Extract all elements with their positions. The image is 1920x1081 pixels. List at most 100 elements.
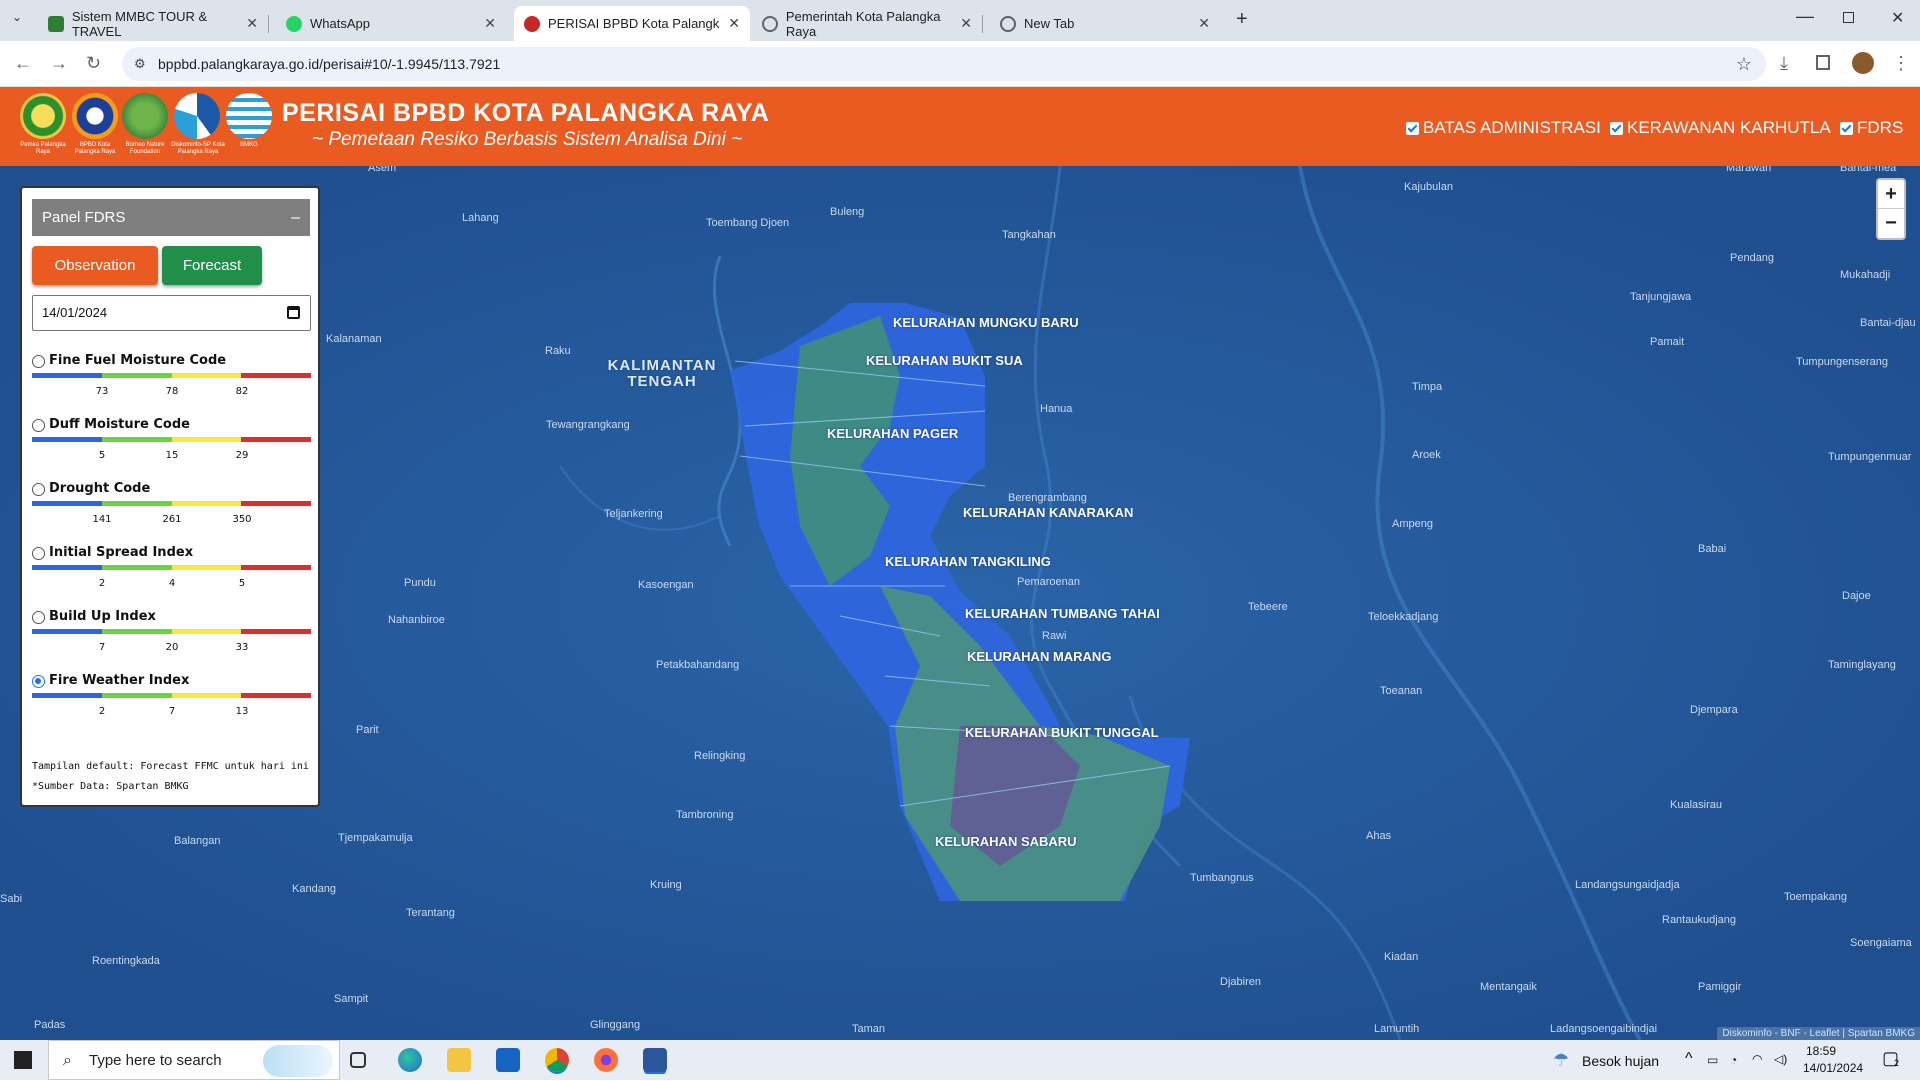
menu-kebab-icon[interactable]: ⋮ bbox=[1892, 53, 1910, 74]
back-icon[interactable]: ← bbox=[14, 53, 32, 74]
place-label: Tjempakamulja bbox=[338, 832, 413, 844]
word-icon[interactable] bbox=[643, 1048, 667, 1072]
place-label: Toempakang bbox=[1784, 891, 1847, 903]
place-label: Sampit bbox=[334, 993, 369, 1005]
observation-button[interactable]: Observation bbox=[32, 246, 158, 285]
firefox-icon[interactable] bbox=[594, 1048, 618, 1072]
tab-mmbc[interactable]: Sistem MMBC TOUR & TRAVEL ✕ bbox=[38, 6, 269, 41]
chrome-icon[interactable] bbox=[545, 1048, 569, 1072]
clock-time[interactable]: 18:59 bbox=[1806, 1044, 1836, 1058]
close-window-icon[interactable]: ✕ bbox=[1891, 8, 1904, 28]
zoom-out-button[interactable]: − bbox=[1878, 209, 1904, 238]
layer-karhutla-toggle[interactable]: KERAWANAN KARHUTLA bbox=[1610, 118, 1831, 138]
radio-button[interactable] bbox=[32, 483, 45, 496]
place-label: Tambroning bbox=[676, 809, 734, 821]
browser-tab-strip: ⌄ Sistem MMBC TOUR & TRAVEL ✕ WhatsApp ✕… bbox=[0, 0, 1920, 41]
data-source-note: *Sumber Data: Spartan BMKG bbox=[32, 781, 189, 792]
kelurahan-label[interactable]: KELURAHAN SABARU bbox=[935, 834, 1077, 849]
taskbar-search-input[interactable]: ⌕ Type here to search bbox=[48, 1040, 340, 1080]
close-icon[interactable]: ✕ bbox=[484, 15, 496, 32]
radio-button[interactable] bbox=[32, 419, 45, 432]
download-icon[interactable]: ⤓ bbox=[1780, 53, 1788, 74]
kelurahan-label[interactable]: KELURAHAN MARANG bbox=[967, 649, 1111, 664]
kelurahan-label[interactable]: KELURAHAN TANGKILING bbox=[885, 554, 1051, 569]
radio-button[interactable] bbox=[32, 355, 45, 368]
tab-newtab[interactable]: New Tab ✕ bbox=[990, 6, 1220, 41]
mail-icon[interactable] bbox=[496, 1048, 520, 1072]
place-label: Lamuntih bbox=[1374, 1023, 1420, 1035]
reload-icon[interactable]: ↻ bbox=[86, 53, 101, 74]
chevron-up-icon[interactable]: ^ bbox=[1685, 1050, 1693, 1068]
place-label: Terantang bbox=[406, 907, 455, 919]
kelurahan-label[interactable]: KELURAHAN KANARAKAN bbox=[963, 505, 1133, 520]
place-label: Marawan bbox=[1726, 166, 1772, 174]
diskominfo-logo bbox=[174, 93, 220, 139]
tab-pemkot[interactable]: Pemerintah Kota Palangka Raya ✕ bbox=[752, 6, 983, 41]
place-label: Hanua bbox=[1040, 403, 1073, 415]
place-label: Tumbangnus bbox=[1190, 872, 1254, 884]
place-label: Timpa bbox=[1412, 381, 1443, 393]
kelurahan-label[interactable]: KELURAHAN BUKIT TUNGGAL bbox=[965, 725, 1159, 740]
close-icon[interactable]: ✕ bbox=[246, 15, 258, 32]
tab-perisai[interactable]: PERISAI BPBD Kota Palangka Ra ✕ bbox=[514, 6, 750, 41]
weather-icon[interactable]: ☂ bbox=[1553, 1050, 1569, 1071]
forward-icon[interactable]: → bbox=[50, 53, 68, 74]
file-explorer-icon[interactable] bbox=[447, 1048, 471, 1072]
volume-icon[interactable]: ◁) bbox=[1774, 1052, 1787, 1066]
notification-count: 2 bbox=[1894, 1058, 1900, 1068]
minimize-button[interactable]: – bbox=[291, 199, 300, 236]
date-input[interactable]: 14/01/2024 bbox=[32, 295, 311, 331]
site-info-icon[interactable]: ⚙ bbox=[134, 47, 146, 81]
color-scale bbox=[32, 693, 311, 698]
logo-caption: Pemko Palangka Raya bbox=[20, 142, 66, 155]
kelurahan-label[interactable]: KELURAHAN MUNGKU BARU bbox=[893, 315, 1079, 330]
tab-whatsapp[interactable]: WhatsApp ✕ bbox=[276, 6, 506, 41]
map-attribution[interactable]: Diskominfo - BNF - Leaflet | Spartan BMK… bbox=[1717, 1027, 1920, 1040]
calendar-icon[interactable] bbox=[287, 306, 300, 319]
side-panel-icon[interactable] bbox=[1816, 55, 1830, 70]
task-view-icon[interactable] bbox=[350, 1052, 366, 1068]
kelurahan-label[interactable]: KELURAHAN PAGER bbox=[827, 426, 958, 441]
radio-button[interactable] bbox=[32, 675, 45, 688]
bookmark-star-icon[interactable]: ☆ bbox=[1736, 47, 1752, 81]
close-icon[interactable]: ✕ bbox=[960, 15, 972, 32]
windows-start-icon[interactable] bbox=[14, 1051, 32, 1069]
forecast-button[interactable]: Forecast bbox=[162, 246, 262, 285]
pemko-logo bbox=[20, 93, 66, 139]
wifi-icon[interactable]: ◠ bbox=[1752, 1052, 1762, 1066]
kelurahan-label[interactable]: KELURAHAN BUKIT SUA bbox=[866, 353, 1023, 368]
logo-caption: Borneo Nature Foundation bbox=[125, 142, 165, 155]
clock-date[interactable]: 14/01/2024 bbox=[1803, 1061, 1863, 1075]
network-icon[interactable]: ◔ bbox=[1730, 1053, 1737, 1067]
kelurahan-label[interactable]: KELURAHAN TUMBANG TAHAI bbox=[965, 606, 1160, 621]
place-label: Mentangaik bbox=[1480, 981, 1537, 993]
layer-fdrs-toggle[interactable]: FDRS bbox=[1840, 118, 1903, 138]
checkbox[interactable] bbox=[1406, 121, 1419, 135]
restore-window-icon[interactable] bbox=[1843, 12, 1854, 23]
tab-search-icon[interactable]: ⌄ bbox=[12, 10, 22, 24]
place-label: Pamait bbox=[1650, 336, 1685, 348]
close-icon[interactable]: ✕ bbox=[728, 15, 740, 32]
place-label: Buleng bbox=[830, 206, 865, 218]
layer-batas-toggle[interactable]: BATAS ADMINISTRASI bbox=[1406, 118, 1601, 138]
place-label: Rawi bbox=[1042, 630, 1067, 642]
edge-icon[interactable] bbox=[398, 1048, 422, 1072]
place-label: Pundu bbox=[404, 577, 436, 589]
close-icon[interactable]: ✕ bbox=[1198, 15, 1210, 32]
minimize-window-icon[interactable]: — bbox=[1796, 6, 1814, 27]
new-tab-icon[interactable]: + bbox=[1236, 8, 1248, 31]
checkbox[interactable] bbox=[1840, 121, 1853, 135]
taskbar: ⌕ Type here to search ☂ Besok hujan ^ ▭ … bbox=[0, 1040, 1920, 1080]
avatar[interactable] bbox=[1852, 52, 1874, 74]
weather-text[interactable]: Besok hujan bbox=[1582, 1053, 1659, 1069]
radio-button[interactable] bbox=[32, 611, 45, 624]
battery-icon[interactable]: ▭ bbox=[1707, 1053, 1718, 1067]
bpbd-icon bbox=[524, 15, 540, 32]
logo-caption: BMKG bbox=[240, 142, 258, 148]
radio-button[interactable] bbox=[32, 547, 45, 560]
address-bar[interactable]: ⚙ bppbd.palangkaraya.go.id/perisai#10/-1… bbox=[122, 47, 1766, 81]
bmkg-logo bbox=[226, 93, 272, 139]
place-label: Glinggang bbox=[590, 1019, 641, 1031]
zoom-in-button[interactable]: + bbox=[1878, 180, 1904, 209]
checkbox[interactable] bbox=[1610, 121, 1623, 135]
